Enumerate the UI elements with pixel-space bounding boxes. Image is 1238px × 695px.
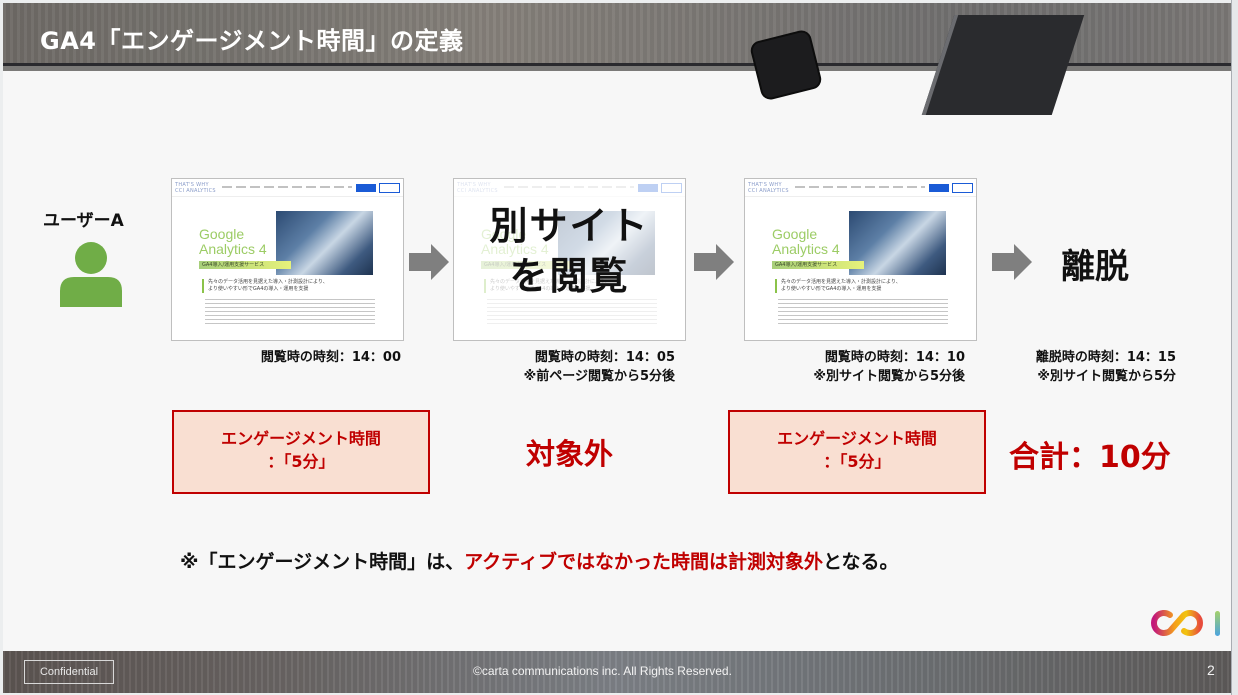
copyright-text: ©carta communications inc. All Rights Re… [473,664,732,678]
step-1-caption: 閲覧時の時刻：14：00 [260,350,401,365]
person-icon [60,242,122,307]
note-text: ※「エンゲージメント時間」は、アクティブではなかった時間は計測対象外となる。 [180,551,899,573]
confidential-label: Confidential [24,660,114,684]
lead-text: 先々のデータ活用を見据えた導入・計測設計により、 より使いやすい形でGA4の導入・… [202,279,328,293]
cci-logo [1151,610,1220,636]
page-screenshot-1: THAT'S WHY CCI ANALYTICS Google Analytics … [171,178,404,341]
arrow-right-icon [992,244,1032,280]
arrow-right-icon [409,244,449,280]
other-site-label: 別サイト を閲覧 [489,204,650,298]
step-4-caption: 離脱時の時刻：14：15 ※別サイト閲覧から5分 [1035,350,1176,384]
engagement-box-1: エンゲージメント時間 ：「5分」 [172,410,430,494]
slide-header: GA4「エンゲージメント時間」の定義 [3,3,1231,115]
laptop-image [921,15,1085,115]
slide-footer: Confidential ©carta communications inc. … [3,651,1231,693]
step-3-caption: 閲覧時の時刻：14：10 ※別サイト閲覧から5分後 [813,350,965,384]
site-logo: THAT'S WHY CCI ANALYTICS [175,182,216,194]
arrow-right-icon [694,244,734,280]
ga-title: Google Analytics 4 [199,226,267,257]
step-2-caption: 閲覧時の時刻：14：05 ※前ページ閲覧から5分後 [523,350,675,384]
slide-title: GA4「エンゲージメント時間」の定義 [40,27,464,55]
slide: GA4「エンゲージメント時間」の定義 ユーザーA THAT'S WHY CCI A… [3,3,1231,693]
engagement-box-2: エンゲージメント時間 ：「5分」 [728,410,986,494]
out-of-scope-label: 対象外 [526,437,614,471]
other-site-screenshot: THAT'S WHY CCI ANALYTICS Google Analytics … [453,178,686,341]
user-label: ユーザーA [43,211,124,231]
page-number: 2 [1207,662,1215,678]
site-nav: THAT'S WHY CCI ANALYTICS [172,179,403,197]
window-edge [1231,0,1238,695]
service-band: GA4導入/運用支援サービス [199,261,291,269]
page-screenshot-2: THAT'S WHY CCI ANALYTICS Google Analytics … [744,178,977,341]
total-engagement: 合計：10分 [1009,440,1171,475]
smartphone-image [748,28,824,102]
exit-label: 離脱 [1061,247,1129,287]
